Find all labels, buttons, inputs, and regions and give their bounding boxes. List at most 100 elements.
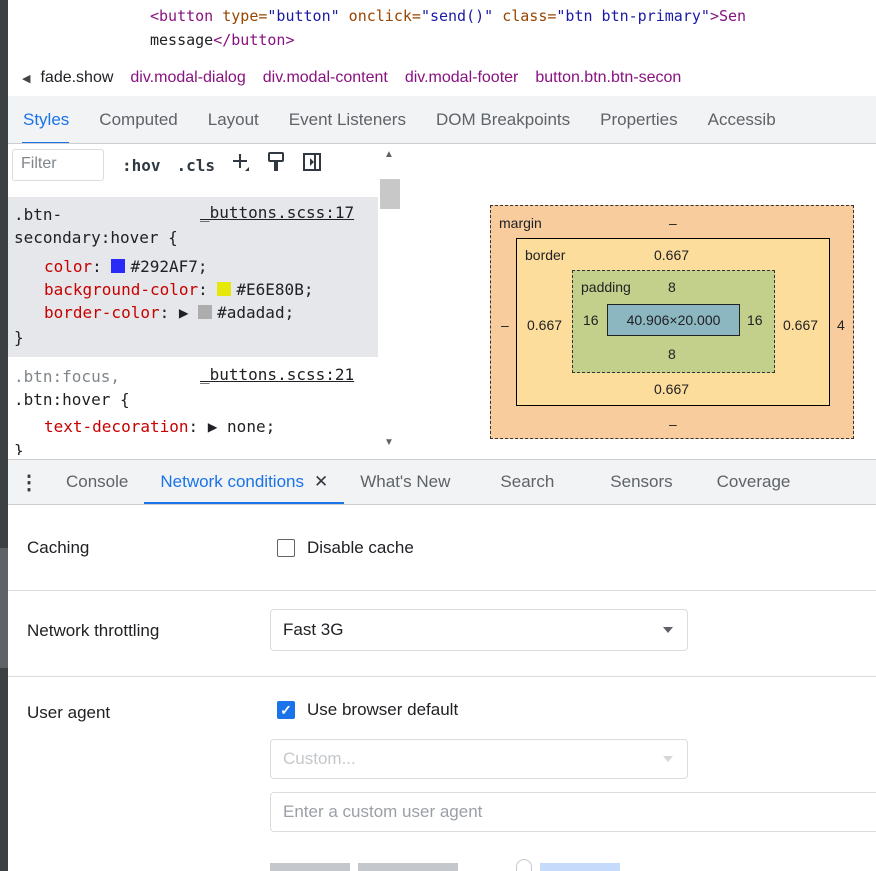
left-window-edge-fragment xyxy=(0,548,8,668)
styles-scrollbar[interactable]: ▲ ▼ xyxy=(378,145,404,455)
rule-source-link[interactable]: _buttons.scss:21 xyxy=(200,365,354,384)
tab-accessibility[interactable]: Accessib xyxy=(693,96,791,143)
use-browser-default-checkbox[interactable]: ✓ xyxy=(277,701,295,719)
margin-top-value[interactable]: – xyxy=(669,215,677,231)
user-agent-label: User agent xyxy=(27,703,111,722)
padding-bottom-value[interactable]: 8 xyxy=(668,346,676,362)
color-swatch[interactable] xyxy=(111,259,126,273)
custom-user-agent-input[interactable]: Enter a custom user agent xyxy=(270,792,876,832)
breadcrumb-item[interactable]: div.modal-content xyxy=(263,69,388,87)
source-tag-open: <button xyxy=(150,7,214,25)
section-divider xyxy=(8,676,876,677)
expand-arrow-icon[interactable]: ▶ xyxy=(208,417,218,436)
css-declaration[interactable]: text-decoration: ▶ none; xyxy=(44,415,275,438)
breadcrumb-scroll-left-icon[interactable]: ◀ xyxy=(22,72,30,85)
tab-whats-new[interactable]: What's New xyxy=(344,460,466,504)
source-val-onclick: "send()" xyxy=(420,7,494,25)
styles-toolbar: Filter :hov .cls xyxy=(8,145,378,185)
tab-network-conditions[interactable]: Network conditions ✕ xyxy=(144,460,345,504)
source-attr-class: class= xyxy=(493,7,557,25)
section-divider xyxy=(8,590,876,591)
source-tag-close: </button> xyxy=(213,31,295,49)
css-declaration[interactable]: border-color: ▶ #adadad; xyxy=(44,301,294,324)
filter-input[interactable]: Filter xyxy=(12,149,104,181)
network-throttling-select[interactable]: Fast 3G xyxy=(270,609,688,651)
css-value: none xyxy=(227,417,266,436)
padding-left-value[interactable]: 16 xyxy=(583,312,599,328)
tab-properties[interactable]: Properties xyxy=(585,96,692,143)
cut-off-link[interactable] xyxy=(540,863,620,871)
rule-source-link[interactable]: _buttons.scss:17 xyxy=(200,203,354,222)
source-line1-tail: >Sen xyxy=(709,7,747,25)
border-top-value[interactable]: 0.667 xyxy=(654,247,689,263)
breadcrumb: ◀ fade.show div.modal-dialog div.modal-c… xyxy=(8,62,876,94)
paint-roller-icon[interactable] xyxy=(265,151,287,179)
custom-user-agent-select-value: Custom... xyxy=(283,749,356,768)
margin-right-value[interactable]: 4 xyxy=(837,317,845,333)
breadcrumb-item[interactable]: button.btn.btn-secon xyxy=(535,69,681,87)
breadcrumb-item[interactable]: div.modal-dialog xyxy=(130,69,245,87)
css-property: color xyxy=(44,257,93,276)
toggle-sidebar-icon[interactable] xyxy=(301,152,323,178)
tab-sensors[interactable]: Sensors xyxy=(576,460,700,504)
color-swatch[interactable] xyxy=(198,305,213,319)
css-declaration[interactable]: background-color: #E6E80B; xyxy=(44,278,313,301)
border-bottom-value[interactable]: 0.667 xyxy=(654,381,689,397)
styles-tab-bar: Styles Computed Layout Event Listeners D… xyxy=(8,96,876,144)
scroll-down-icon[interactable]: ▼ xyxy=(384,437,394,448)
scrollbar-thumb[interactable] xyxy=(380,179,400,209)
disable-cache-label[interactable]: Disable cache xyxy=(307,538,414,558)
css-rule-btn-secondary-hover: .btn- _buttons.scss:17 secondary:hover {… xyxy=(8,197,378,357)
scroll-up-icon[interactable]: ▲ xyxy=(384,149,394,160)
breadcrumb-item[interactable]: div.modal-footer xyxy=(405,69,519,87)
tab-styles[interactable]: Styles xyxy=(8,96,84,143)
margin-bottom-value[interactable]: – xyxy=(669,416,677,432)
css-property: background-color xyxy=(44,280,199,299)
rule-selector: secondary:hover { xyxy=(14,228,178,247)
css-property: border-color xyxy=(44,303,160,322)
cls-toggle[interactable]: .cls xyxy=(177,156,216,175)
tab-search[interactable]: Search xyxy=(466,460,576,504)
box-model-content-size[interactable]: 40.906×20.000 xyxy=(607,304,740,336)
border-left-value[interactable]: 0.667 xyxy=(527,317,562,333)
box-model-padding: padding 8 8 16 16 40.906×20.000 xyxy=(572,270,775,373)
margin-label: margin xyxy=(499,215,542,231)
breadcrumb-item[interactable]: fade.show xyxy=(40,69,113,87)
tab-coverage[interactable]: Coverage xyxy=(701,460,807,504)
border-label: border xyxy=(525,247,566,263)
padding-right-value[interactable]: 16 xyxy=(747,312,763,328)
tab-computed[interactable]: Computed xyxy=(84,96,192,143)
css-value: #292AF7 xyxy=(130,257,198,276)
padding-top-value[interactable]: 8 xyxy=(668,279,676,295)
caching-label: Caching xyxy=(27,538,90,557)
disable-cache-checkbox[interactable] xyxy=(277,539,295,557)
more-tools-menu-icon[interactable]: ⋮ xyxy=(8,470,50,495)
hov-toggle[interactable]: :hov xyxy=(122,156,161,175)
css-declaration[interactable]: color: #292AF7; xyxy=(44,255,208,278)
source-text: message xyxy=(150,31,214,49)
tab-layout[interactable]: Layout xyxy=(193,96,274,143)
use-browser-default-label[interactable]: Use browser default xyxy=(307,700,458,720)
rule-selector: .btn:hover { xyxy=(14,390,130,409)
expand-arrow-icon[interactable]: ▶ xyxy=(179,303,189,322)
info-icon[interactable] xyxy=(516,859,532,871)
clipped-bottom-area xyxy=(8,851,876,871)
source-attr-type: type= xyxy=(213,7,268,25)
source-val-type: "button" xyxy=(267,7,340,25)
css-value: #E6E80B xyxy=(236,280,304,299)
styles-pane: Filter :hov .cls .btn- _buttons.scss:17 … xyxy=(8,145,378,455)
network-throttling-value: Fast 3G xyxy=(283,620,344,639)
close-tab-icon[interactable]: ✕ xyxy=(314,472,328,491)
tab-console[interactable]: Console xyxy=(50,460,144,504)
new-style-rule-icon[interactable] xyxy=(229,151,251,179)
color-swatch[interactable] xyxy=(217,282,232,296)
box-model-diagram: margin – – – 4 border 0.667 0.667 0.667 … xyxy=(490,205,854,439)
chevron-down-icon xyxy=(663,627,673,633)
border-right-value[interactable]: 0.667 xyxy=(783,317,818,333)
chevron-down-icon xyxy=(663,756,673,762)
custom-user-agent-select[interactable]: Custom... xyxy=(270,739,688,779)
source-attr-onclick: onclick= xyxy=(339,7,421,25)
tab-event-listeners[interactable]: Event Listeners xyxy=(274,96,421,143)
tab-dom-breakpoints[interactable]: DOM Breakpoints xyxy=(421,96,585,143)
margin-left-value[interactable]: – xyxy=(501,317,509,333)
